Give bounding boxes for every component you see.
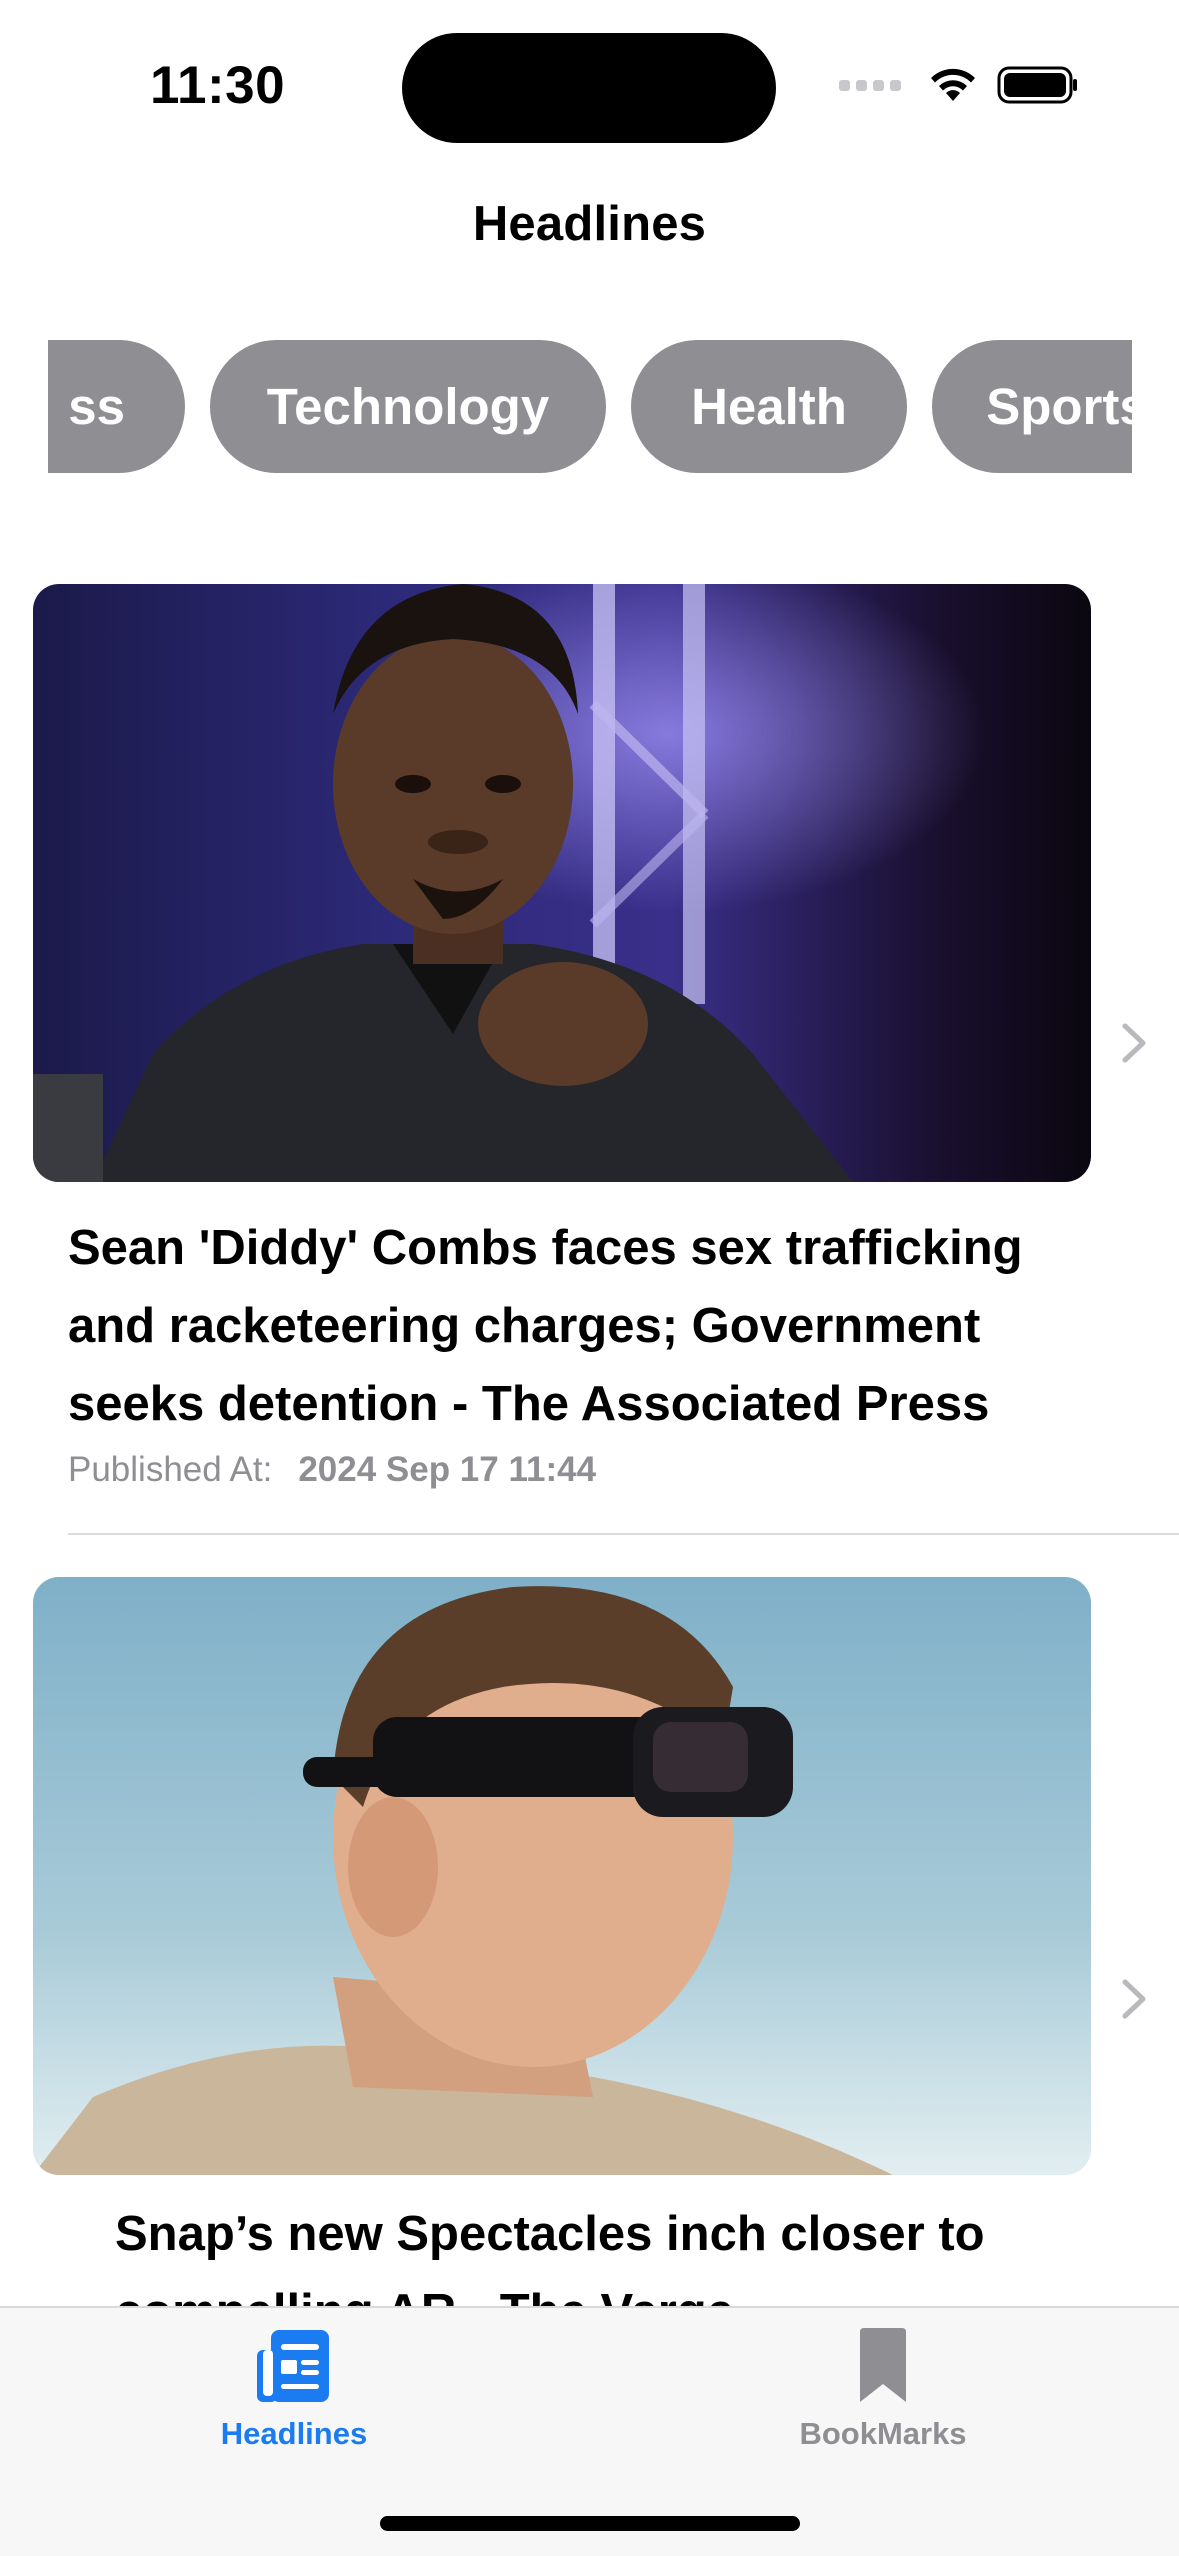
tab-headlines[interactable]: Headlines xyxy=(144,2328,444,2452)
row-divider xyxy=(68,1533,1179,1535)
published-label: Published At: xyxy=(68,1450,273,1489)
article-title: Sean 'Diddy' Combs faces sex trafficking… xyxy=(68,1221,1023,1431)
article-row[interactable]: Snap’s new Spectacles inch closer to com… xyxy=(0,1577,1179,2339)
category-pill-previous[interactable]: ss xyxy=(48,340,185,473)
home-indicator[interactable] xyxy=(380,2516,800,2531)
status-icons xyxy=(839,60,1079,110)
dynamic-island xyxy=(402,33,776,143)
article-image xyxy=(33,584,1091,1182)
newspaper-icon xyxy=(257,2330,329,2402)
tab-label: Headlines xyxy=(220,2416,368,2451)
chevron-right-icon xyxy=(1122,1023,1146,1063)
category-scroller[interactable]: ss Technology Health Sports xyxy=(48,340,1132,475)
cellular-signal-icon xyxy=(839,79,901,91)
battery-icon xyxy=(997,66,1077,104)
article-image xyxy=(33,1577,1091,2175)
category-pill-health[interactable]: Health xyxy=(631,340,907,473)
published-date: 2024 Sep 17 11:44 xyxy=(298,1450,597,1489)
screen: 11:30 Headlines ss Technology Health Spo… xyxy=(0,0,1179,2556)
category-pill-sports[interactable]: Sports xyxy=(932,340,1132,473)
category-pill-technology[interactable]: Technology xyxy=(210,340,606,473)
bookmark-icon xyxy=(860,2328,906,2402)
tab-bookmarks[interactable]: BookMarks xyxy=(733,2328,1033,2452)
category-track: ss Technology Health Sports xyxy=(48,340,1132,473)
status-time: 11:30 xyxy=(150,56,286,115)
wifi-icon xyxy=(931,68,975,101)
article-row[interactable]: Sean 'Diddy' Combs faces sex trafficking… xyxy=(0,584,1179,1539)
chevron-right-icon xyxy=(1122,1979,1146,2019)
page-title: Headlines xyxy=(472,197,707,251)
tab-label: BookMarks xyxy=(799,2416,967,2451)
article-meta: Published At: 2024 Sep 17 11:44 xyxy=(68,1450,596,1490)
